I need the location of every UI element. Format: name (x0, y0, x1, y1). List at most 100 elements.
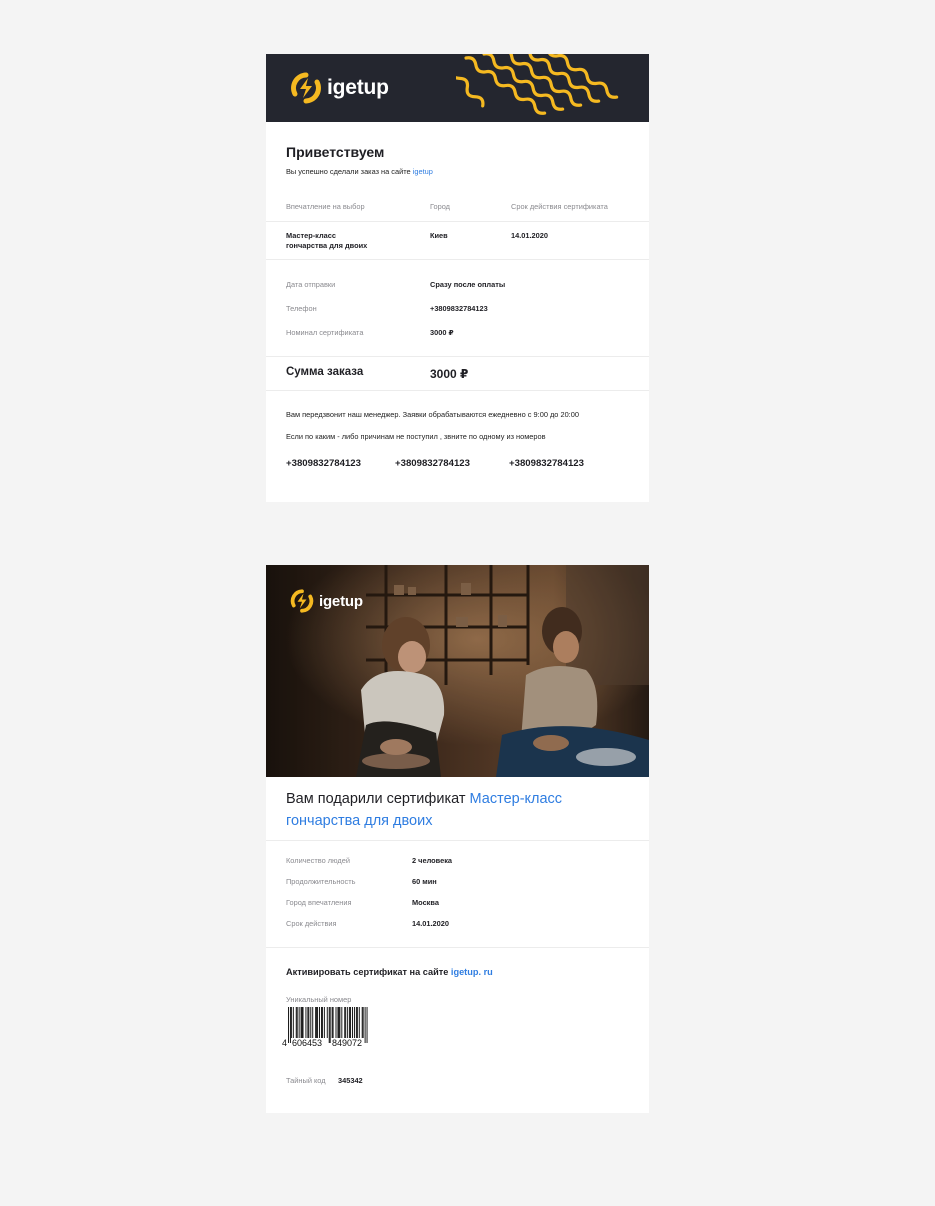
send-date-label: Дата отправки (286, 280, 336, 289)
barcode-bar (332, 1007, 334, 1038)
intro-text-body: Вы успешно сделали заказ на сайте (286, 167, 411, 176)
barcode-bar (329, 1007, 331, 1043)
order-sum-label: Сумма заказа (286, 366, 364, 378)
validity-label: Срок действия (286, 919, 337, 928)
city-value: Киев (430, 231, 448, 240)
experience-city-value: Москва (412, 898, 439, 907)
igetup-logo[interactable]: igetup (290, 589, 363, 613)
certificate-title-line2: гончарства для двоих (286, 810, 432, 832)
barcode-bar (331, 1007, 333, 1038)
barcode-bar (355, 1007, 357, 1038)
barcode-bar (305, 1007, 307, 1038)
people-count-label: Количество людей (286, 856, 350, 865)
certificate-experience-link[interactable]: Мастер-класс (470, 791, 563, 807)
send-date-value: Сразу после оплаты (430, 280, 506, 289)
barcode-bar (312, 1007, 314, 1038)
nominal-label: Номинал сертификата (286, 328, 364, 337)
activate-text: Активировать сертификат на сайте igetup.… (286, 967, 493, 977)
barcode-bar (328, 1007, 330, 1043)
divider (266, 259, 649, 260)
greeting-heading: Приветствуем (286, 144, 385, 160)
barcode-bar (323, 1007, 325, 1038)
divider (266, 947, 649, 948)
unique-number-label: Уникальный номер (286, 995, 352, 1004)
barcode-bar (290, 1007, 292, 1038)
divider (266, 840, 649, 841)
order-confirmation-card: igetup Приветствуем Вы успешно сделали з… (266, 54, 649, 502)
barcode-bar (352, 1007, 353, 1038)
lightning-logo-icon (291, 72, 321, 104)
decorative-waves (456, 54, 619, 115)
barcode-bar (307, 1007, 309, 1038)
barcode-first-digit: 4 (282, 1038, 287, 1048)
barcode-bar (295, 1007, 297, 1038)
barcode-bar (347, 1007, 349, 1038)
barcode-bar (337, 1007, 339, 1038)
expiry-value: 14.01.2020 (511, 231, 548, 240)
email-header: igetup (266, 54, 649, 122)
certificate-experience-link[interactable]: гончарства для двоих (286, 813, 432, 829)
barcode-bar (349, 1007, 351, 1038)
activate-text-body: Активировать сертификат на сайте (286, 967, 449, 977)
barcode-bar (366, 1007, 368, 1043)
barcode-bar (292, 1007, 294, 1038)
barcode-bar (326, 1007, 328, 1038)
barcode: 4 606453 849072 (282, 1007, 368, 1048)
barcode-bar (317, 1007, 319, 1038)
contact-phone[interactable]: +3809832784123 (395, 458, 470, 469)
barcode-bar (335, 1007, 337, 1038)
barcode-bar (364, 1007, 366, 1043)
barcode-bar (319, 1007, 320, 1038)
phone-label: Телефон (286, 304, 317, 313)
barcode-bar (288, 1007, 289, 1043)
barcode-bar (341, 1007, 343, 1038)
manager-note: Вам передзвонит наш менеджер. Заявки обр… (286, 410, 579, 419)
nominal-value: 3000 ₽ (430, 328, 454, 337)
barcode-bar (308, 1007, 310, 1038)
certificate-title-prefix: Вам подарили сертификат (286, 791, 466, 807)
barcode-bar (356, 1007, 358, 1038)
barcode-bar (298, 1007, 300, 1038)
duration-value: 60 мин (412, 877, 437, 886)
barcode-right-digits: 849072 (332, 1038, 362, 1048)
intro-text: Вы успешно сделали заказ на сайте igetup (286, 167, 433, 176)
validity-value: 14.01.2020 (412, 919, 449, 928)
barcode-bar (296, 1007, 298, 1038)
divider (266, 356, 649, 357)
barcode-bar (358, 1007, 360, 1038)
order-sum-value: 3000 ₽ (430, 367, 469, 381)
duration-label: Продолжительность (286, 877, 356, 886)
barcode-bar (320, 1007, 322, 1038)
contact-phone[interactable]: +3809832784123 (509, 458, 584, 469)
divider (266, 390, 649, 391)
people-count-value: 2 человека (412, 856, 453, 865)
brand-name: igetup (319, 592, 363, 610)
barcode-bar (361, 1007, 363, 1038)
gift-certificate-card: igetup Вам подарили сертификат Мастер-кл… (266, 565, 649, 1113)
col-header-city: Город (430, 202, 450, 211)
igetup-logo[interactable]: igetup (290, 72, 389, 104)
barcode-bar (301, 1007, 303, 1038)
phone-value[interactable]: +3809832784123 (430, 304, 488, 313)
barcode-bar (339, 1007, 341, 1038)
contact-phone[interactable]: +3809832784123 (286, 458, 361, 469)
barcode-bar (350, 1007, 352, 1038)
barcode-bar (338, 1007, 340, 1038)
barcode-bar (345, 1007, 347, 1038)
col-header-expiry: Срок действия сертификата (511, 202, 608, 211)
activate-site-link[interactable]: igetup. ru (451, 967, 493, 977)
certificate-title-line1: Вам подарили сертификат Мастер-класс (286, 788, 562, 810)
site-link[interactable]: igetup (413, 167, 433, 176)
lightning-logo-icon (290, 589, 314, 613)
barcode-bar (300, 1007, 302, 1038)
col-header-experience: Впечатление на выбор (286, 202, 365, 211)
barcode-bar (289, 1007, 291, 1043)
barcode-bar (316, 1007, 318, 1038)
secret-code-value: 345342 (338, 1076, 363, 1085)
barcode-bar (362, 1007, 364, 1038)
barcode-bar (353, 1007, 355, 1038)
barcode-bar (344, 1007, 346, 1038)
barcode-bar (315, 1007, 317, 1038)
divider (266, 221, 649, 222)
barcode-bar (310, 1007, 312, 1038)
